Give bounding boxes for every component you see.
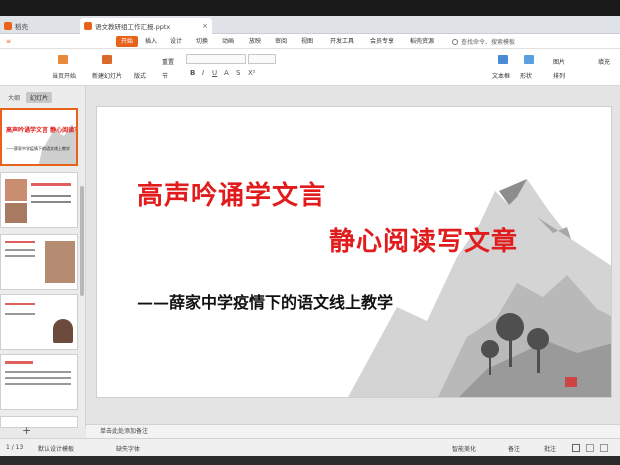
slide-thumbnail-4[interactable] — [0, 294, 78, 350]
menu-design[interactable]: 设计 — [170, 36, 182, 47]
command-search[interactable]: 查找命令、搜索模板 — [452, 36, 532, 47]
tab-document[interactable]: 语文教研组工作汇报.pptx × — [80, 18, 212, 34]
arrange-button[interactable]: 排列 — [553, 71, 565, 80]
tab-bar: 稻壳 语文教研组工作汇报.pptx × + — [0, 16, 620, 45]
reset-button[interactable]: 重置 — [162, 57, 174, 66]
layout-button[interactable]: 版式 — [134, 71, 146, 80]
italic-icon[interactable]: I — [202, 69, 204, 77]
strikethrough-icon[interactable]: S — [236, 69, 240, 77]
tab-daoke[interactable]: 稻壳 — [4, 18, 70, 34]
slide-title-line-2[interactable]: 静心阅读写文章 — [329, 221, 518, 258]
from-current-button[interactable]: 当页开始 — [52, 71, 76, 80]
search-icon — [452, 38, 458, 45]
slide-thumbnail-1[interactable]: 高声吟诵学文言 静心阅读写文章 ——薛家中学疫情下的语文线上教学 — [0, 108, 78, 166]
close-icon[interactable]: × — [202, 22, 208, 30]
new-slide-icon[interactable] — [102, 55, 112, 64]
textbox-button[interactable]: 文本框 — [492, 71, 510, 80]
slide-panel: 大纲 幻灯片 高声吟诵学文言 静心阅读写文章 ——薛家中学疫情下的语文线上教学 — [0, 86, 86, 428]
slide-title-line-1[interactable]: 高声吟诵学文言 — [137, 175, 326, 212]
bold-icon[interactable]: B — [190, 69, 195, 77]
section-button[interactable]: 节 — [162, 71, 168, 80]
menu-animation[interactable]: 动画 — [222, 36, 234, 47]
tab-outline[interactable]: 大纲 — [4, 92, 24, 103]
menu-review[interactable]: 审阅 — [275, 36, 287, 47]
current-slide[interactable]: 高声吟诵学文言 静心阅读写文章 ——薛家中学疫情下的语文线上教学 — [96, 106, 612, 398]
shape-button[interactable]: 形状 — [520, 71, 532, 80]
ribbon-toolbar: 当页开始 新建幻灯片 版式 重置 节 B I U A S X² 文本框 形状 图… — [0, 49, 620, 86]
notes-pane[interactable]: 单击此处添加备注 — [86, 424, 620, 438]
top-black-bar — [0, 0, 620, 16]
menu-transition[interactable]: 切换 — [196, 36, 208, 47]
superscript-icon[interactable]: X² — [248, 69, 256, 77]
textbox-icon[interactable] — [498, 55, 508, 64]
menu-view[interactable]: 视图 — [301, 36, 313, 47]
theme-name: 默认设计模板 — [38, 446, 75, 453]
daoke-icon — [4, 22, 12, 30]
fill-button[interactable]: 填充 — [598, 57, 610, 66]
menu-member[interactable]: 会员专享 — [370, 36, 394, 47]
slide-thumbnail-5[interactable] — [0, 354, 78, 410]
new-slide-button[interactable]: 新建幻灯片 — [92, 71, 122, 80]
smart-beautify-button[interactable]: 智能美化 — [452, 444, 476, 453]
thumb-subtitle: ——薛家中学疫情下的语文线上教学 — [6, 145, 70, 151]
menu-slideshow[interactable]: 放映 — [249, 36, 261, 47]
menu-insert[interactable]: 插入 — [145, 36, 157, 47]
notes-toggle-button[interactable]: 备注 — [508, 444, 520, 453]
comments-button[interactable]: 批注 — [544, 444, 556, 453]
tab-label: 稻壳 — [15, 23, 28, 31]
sorter-view-icon[interactable] — [586, 444, 594, 452]
slide-thumbnail-3[interactable] — [0, 234, 78, 290]
file-menu-icon[interactable]: ≡ — [6, 36, 11, 47]
page-indicator: 1 / 13 — [6, 444, 24, 451]
editing-canvas: 高声吟诵学文言 静心阅读写文章 ——薛家中学疫情下的语文线上教学 — [86, 86, 620, 424]
reading-view-icon[interactable] — [600, 444, 608, 452]
menu-bar: ≡ 开始 插入 设计 切换 动画 放映 审阅 视图 开发工具 会员专享 稻壳资源… — [0, 34, 620, 49]
font-color-icon[interactable]: A — [224, 69, 229, 77]
menu-developer[interactable]: 开发工具 — [330, 36, 354, 47]
status-bar: 1 / 13 默认设计模板 缺失字体 智能美化 备注 批注 — [0, 438, 620, 456]
menu-daoke-resources[interactable]: 稻壳资源 — [410, 36, 434, 47]
font-size-box[interactable] — [248, 54, 276, 64]
menu-home[interactable]: 开始 — [116, 36, 139, 47]
slide-thumbnail-6[interactable] — [0, 416, 78, 428]
slide-thumbnail-2[interactable] — [0, 172, 78, 228]
tab-label: 语文教研组工作汇报.pptx — [95, 23, 171, 31]
slide-subtitle[interactable]: ——薛家中学疫情下的语文线上教学 — [137, 289, 393, 313]
underline-icon[interactable]: U — [212, 69, 217, 77]
thumb-title: 高声吟诵学文言 静心阅读写文章 — [6, 126, 78, 134]
seal-stamp — [565, 377, 577, 387]
tab-slides[interactable]: 幻灯片 — [26, 92, 53, 103]
panel-scrollbar[interactable] — [80, 186, 84, 296]
picture-button[interactable]: 图片 — [553, 57, 565, 66]
pptx-icon — [84, 22, 92, 30]
notes-placeholder: 单击此处添加备注 — [100, 428, 149, 435]
normal-view-icon[interactable] — [572, 444, 580, 452]
shape-icon[interactable] — [524, 55, 534, 64]
taskbar — [0, 456, 620, 465]
search-placeholder: 查找命令、搜索模板 — [461, 39, 516, 46]
thumb-landscape: 高声吟诵学文言 静心阅读写文章 ——薛家中学疫情下的语文线上教学 — [6, 124, 78, 164]
font-family-box[interactable] — [186, 54, 246, 64]
add-slide-icon[interactable]: + — [22, 424, 31, 437]
missing-font-button[interactable]: 缺失字体 — [116, 444, 140, 453]
play-icon[interactable] — [58, 55, 68, 64]
